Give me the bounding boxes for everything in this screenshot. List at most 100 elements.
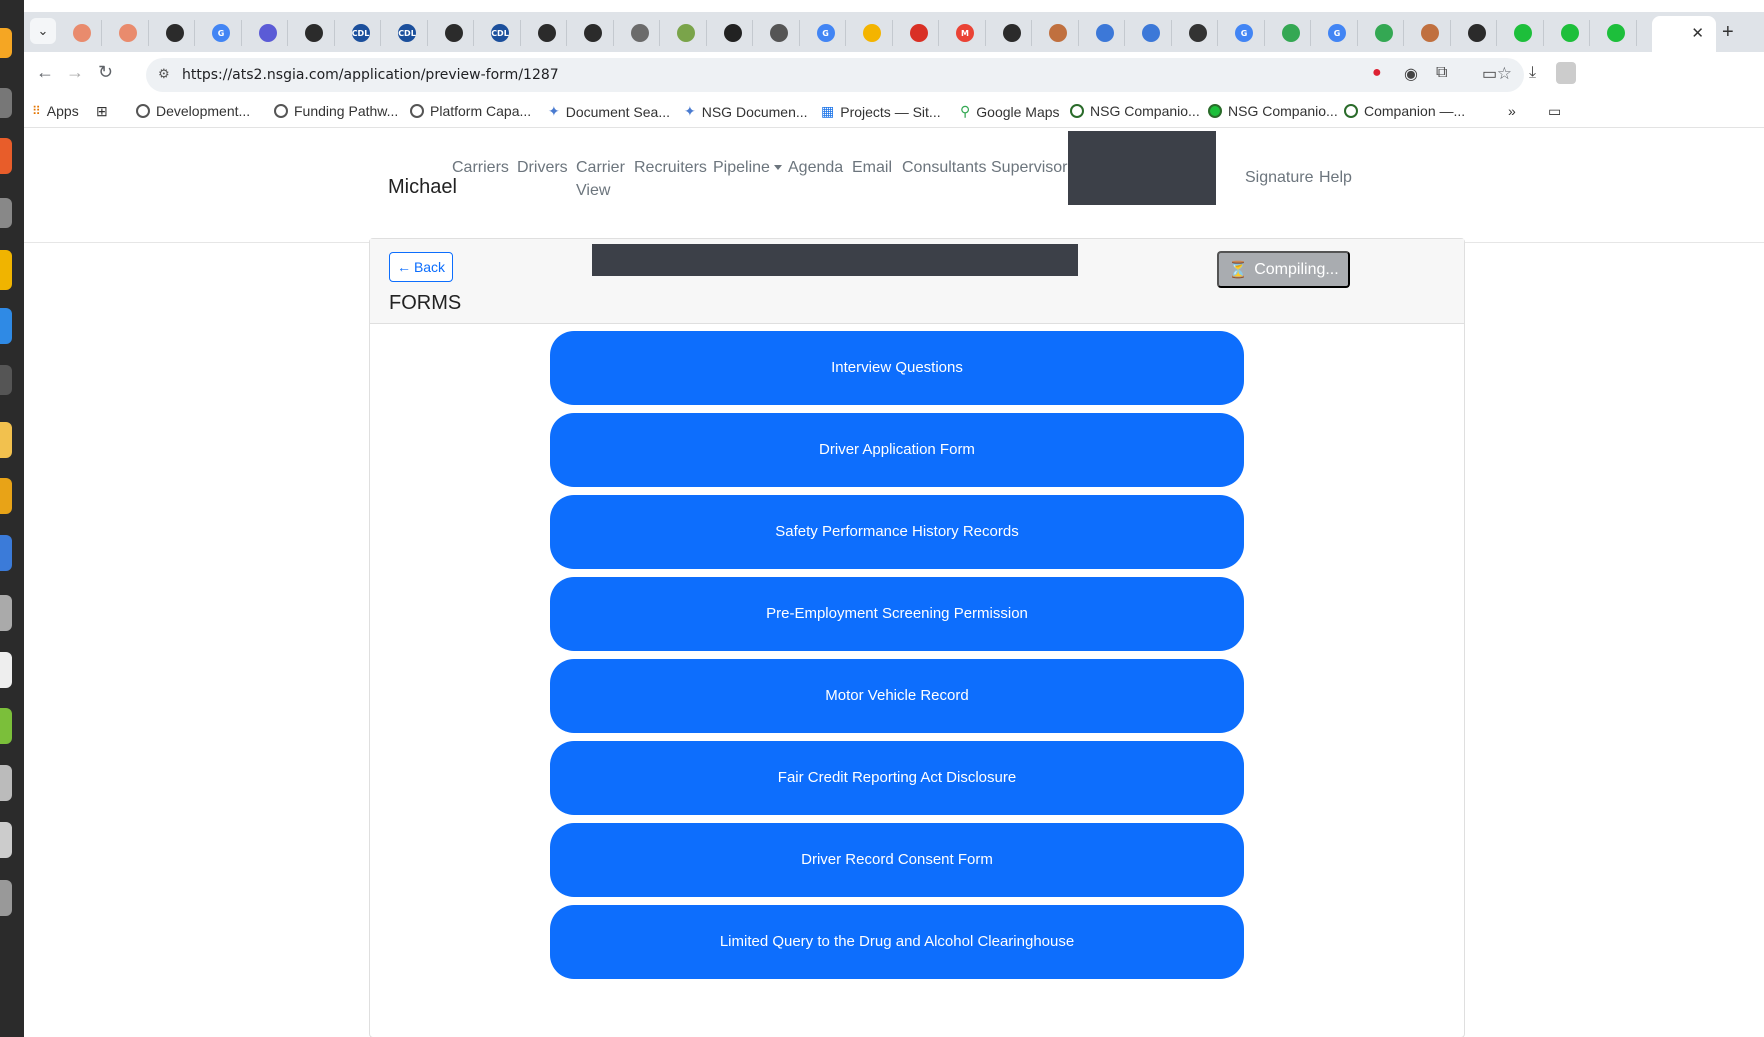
dock-app-icon[interactable] <box>0 595 12 631</box>
extension-icon[interactable]: ◉ <box>1404 64 1418 84</box>
browser-tab[interactable] <box>667 20 707 46</box>
form-button-pre-employment[interactable]: Pre-Employment Screening Permission <box>550 577 1244 651</box>
bookmark-item[interactable]: Development... <box>136 103 250 119</box>
nav-link-signature[interactable]: Signature <box>1245 166 1314 189</box>
dock-app-icon[interactable] <box>0 765 12 801</box>
reload-icon[interactable]: ↻ <box>98 62 113 83</box>
browser-tab[interactable] <box>713 20 753 46</box>
browser-tab[interactable]: G <box>806 20 846 46</box>
url-text[interactable]: https://ats2.nsgia.com/application/previ… <box>182 67 559 83</box>
folder-icon[interactable]: ▭ <box>1548 103 1561 120</box>
dock-app-icon[interactable] <box>0 422 12 458</box>
browser-tab[interactable] <box>1132 20 1172 46</box>
bookmark-item[interactable]: ⚲ Google Maps <box>960 103 1060 120</box>
dock-app-icon[interactable] <box>0 822 12 858</box>
dock-app-icon[interactable] <box>0 365 12 395</box>
nav-link-agenda[interactable]: Agenda <box>788 156 843 179</box>
form-button-motor-vehicle-record[interactable]: Motor Vehicle Record <box>550 659 1244 733</box>
browser-tab[interactable] <box>1411 20 1451 46</box>
dock-app-icon[interactable] <box>0 198 12 228</box>
dock-app-icon[interactable] <box>0 535 12 571</box>
dock-app-icon[interactable] <box>0 478 12 514</box>
compile-button[interactable]: ⏳ Compiling... <box>1217 251 1350 288</box>
form-button-clearinghouse-query[interactable]: Limited Query to the Drug and Alcohol Cl… <box>550 905 1244 979</box>
browser-tab[interactable] <box>62 20 102 46</box>
bookmark-item[interactable]: NSG Companio... <box>1070 103 1200 119</box>
dock-app-icon[interactable] <box>0 28 12 58</box>
bookmark-star-icon[interactable]: ☆ <box>1497 64 1512 84</box>
browser-tab[interactable] <box>1550 20 1590 46</box>
nav-link-carrier-view[interactable]: Carrier View <box>576 156 625 202</box>
browser-tab[interactable]: CDL <box>481 20 521 46</box>
browser-tab[interactable] <box>527 20 567 46</box>
browser-tab[interactable]: CDL <box>388 20 428 46</box>
nav-link-recruiters[interactable]: Recruiters <box>634 156 707 179</box>
nav-link-drivers[interactable]: Drivers <box>517 156 568 179</box>
bookmark-grid-icon[interactable]: ⊞ <box>96 103 108 120</box>
form-button-fcra-disclosure[interactable]: Fair Credit Reporting Act Disclosure <box>550 741 1244 815</box>
browser-tab[interactable]: G <box>1225 20 1265 46</box>
browser-tab[interactable] <box>1597 20 1637 46</box>
dock-app-icon[interactable] <box>0 880 12 916</box>
form-button-interview-questions[interactable]: Interview Questions <box>550 331 1244 405</box>
form-button-driver-application[interactable]: Driver Application Form <box>550 413 1244 487</box>
bookmark-item[interactable]: Funding Pathw... <box>274 103 398 119</box>
extension-icon[interactable]: ● <box>1372 64 1382 82</box>
browser-tab[interactable] <box>620 20 660 46</box>
dock-app-icon[interactable] <box>0 250 12 290</box>
profile-avatar[interactable] <box>1556 62 1576 84</box>
close-icon[interactable]: ✕ <box>1691 24 1704 42</box>
browser-tab[interactable]: M <box>946 20 986 46</box>
site-info-icon[interactable]: ⚙ <box>158 66 170 82</box>
browser-tab[interactable] <box>899 20 939 46</box>
nav-link-carriers[interactable]: Carriers <box>452 156 509 179</box>
browser-tab[interactable]: CDL <box>341 20 381 46</box>
download-icon[interactable]: ⤓ <box>1529 64 1536 82</box>
bookmark-item[interactable]: Platform Capa... <box>410 103 531 119</box>
address-bar[interactable]: ⚙ https://ats2.nsgia.com/application/pre… <box>146 58 1524 92</box>
nav-link-supervisor[interactable]: Supervisor <box>991 156 1067 179</box>
browser-tab[interactable] <box>1039 20 1079 46</box>
nav-link-help[interactable]: Help <box>1319 166 1352 189</box>
dock-app-icon[interactable] <box>0 652 12 688</box>
dock-app-icon[interactable] <box>0 88 12 118</box>
browser-tab[interactable] <box>760 20 800 46</box>
browser-tab[interactable] <box>1271 20 1311 46</box>
new-tab-button[interactable]: + <box>1722 21 1734 44</box>
browser-tab[interactable] <box>574 20 614 46</box>
reading-list-icon[interactable]: ▭ <box>1482 64 1497 84</box>
form-button-driver-record-consent[interactable]: Driver Record Consent Form <box>550 823 1244 897</box>
browser-tab[interactable] <box>434 20 474 46</box>
bookmark-item[interactable]: ✦ NSG Documen... <box>684 103 808 120</box>
bookmark-item[interactable]: NSG Companio... <box>1208 103 1338 119</box>
nav-link-pipeline[interactable]: Pipeline <box>713 156 782 179</box>
browser-tab[interactable]: G <box>202 20 242 46</box>
browser-tab[interactable] <box>1178 20 1218 46</box>
back-arrow-icon[interactable]: ← <box>36 62 54 83</box>
back-button[interactable]: ← Back <box>389 252 453 282</box>
tab-search-button[interactable]: ⌄ <box>30 18 56 44</box>
nav-link-email[interactable]: Email <box>852 156 892 179</box>
forward-arrow-icon[interactable]: → <box>66 62 84 83</box>
browser-tab[interactable] <box>1085 20 1125 46</box>
browser-tab[interactable] <box>109 20 149 46</box>
browser-tab[interactable] <box>295 20 335 46</box>
browser-tab[interactable]: G <box>1318 20 1358 46</box>
dock-app-icon[interactable] <box>0 708 12 744</box>
browser-tab[interactable] <box>992 20 1032 46</box>
dock-app-icon[interactable] <box>0 138 12 174</box>
form-button-safety-performance[interactable]: Safety Performance History Records <box>550 495 1244 569</box>
nav-link-consultants[interactable]: Consultants <box>902 156 987 179</box>
browser-tab[interactable] <box>248 20 288 46</box>
puzzle-icon[interactable]: ⧉ <box>1436 64 1447 82</box>
browser-tab[interactable] <box>853 20 893 46</box>
dock-app-icon[interactable] <box>0 308 12 344</box>
bookmark-item[interactable]: ✦ Document Sea... <box>548 103 670 120</box>
bookmark-item[interactable]: ▦ Projects — Sit... <box>821 103 941 120</box>
browser-tab[interactable] <box>1457 20 1497 46</box>
brand-name[interactable]: Michael <box>388 176 457 199</box>
bookmark-item[interactable]: Companion —... <box>1344 103 1465 119</box>
browser-tab[interactable] <box>1364 20 1404 46</box>
browser-tab[interactable] <box>1504 20 1544 46</box>
bookmarks-more-button[interactable]: » <box>1508 103 1516 119</box>
